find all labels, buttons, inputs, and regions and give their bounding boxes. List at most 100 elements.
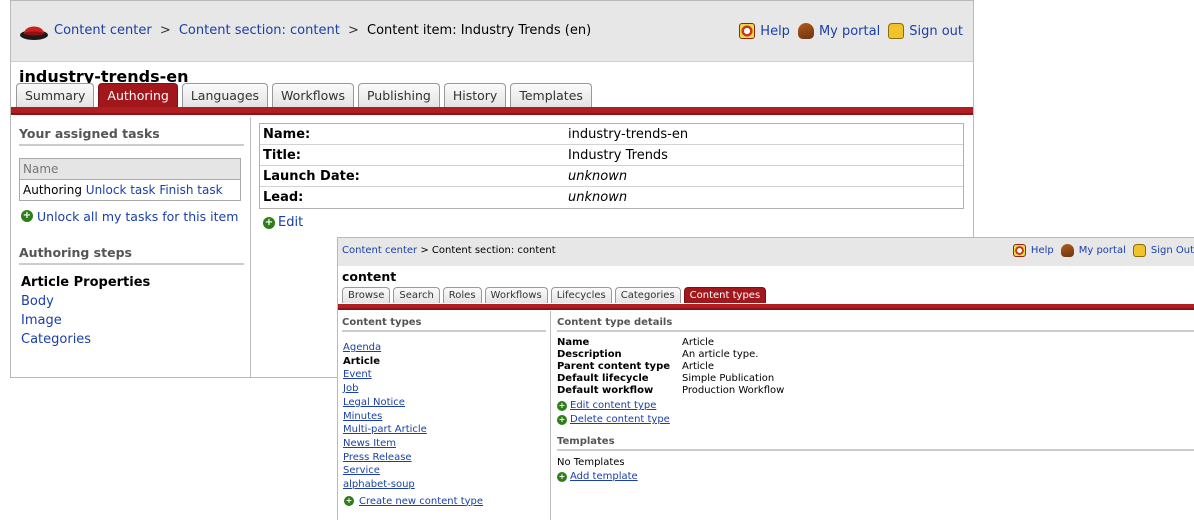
- task-name: Authoring: [23, 183, 82, 197]
- content-type-job[interactable]: Job: [343, 382, 550, 396]
- table-row: Default workflow Production Workflow: [557, 385, 1194, 397]
- delete-content-type-link[interactable]: Delete content type: [570, 414, 670, 425]
- property-value: unknown: [568, 168, 628, 184]
- table-row: Name Article: [557, 337, 1194, 349]
- my-portal-link[interactable]: My portal: [1060, 244, 1126, 257]
- tab-templates[interactable]: Templates: [510, 83, 592, 107]
- breadcrumb-content-center[interactable]: Content center: [54, 23, 152, 38]
- top-navigation: Help My portal Sign Out: [1012, 244, 1194, 257]
- detail-value: Article: [682, 337, 715, 348]
- unlock-task-link[interactable]: Unlock task: [86, 183, 156, 197]
- content-type-legal-notice[interactable]: Legal Notice: [343, 396, 550, 410]
- tab-browse[interactable]: Browse: [342, 287, 391, 303]
- breadcrumb-separator: >: [347, 23, 359, 38]
- table-row: Name: industry-trends-en: [260, 124, 963, 145]
- content-type-press-release[interactable]: Press Release: [343, 451, 550, 465]
- unlock-all-tasks[interactable]: + Unlock all my tasks for this item: [21, 208, 250, 225]
- delete-content-type-button[interactable]: + Delete content type: [557, 414, 1194, 425]
- content-type-event[interactable]: Event: [343, 368, 550, 382]
- my-portal-link[interactable]: My portal: [797, 23, 880, 39]
- content-type-news-item[interactable]: News Item: [343, 437, 550, 451]
- sign-out-link[interactable]: Sign Out: [1132, 244, 1194, 257]
- help-icon: [739, 23, 756, 39]
- finish-task-link[interactable]: Finish task: [159, 183, 222, 197]
- content-type-details-panel: Content type details Name Article Descrip…: [557, 311, 1194, 482]
- detail-key: Default workflow: [557, 385, 654, 396]
- detail-value: Article: [682, 361, 715, 372]
- my-portal-label[interactable]: My portal: [1079, 245, 1126, 256]
- templates-heading: Templates: [557, 436, 1194, 451]
- step-article-properties: Article Properties: [21, 275, 151, 290]
- my-portal-label[interactable]: My portal: [819, 24, 880, 39]
- table-row: Default lifecycle Simple Publication: [557, 373, 1194, 385]
- help-label[interactable]: Help: [1031, 245, 1054, 256]
- property-value: unknown: [568, 190, 628, 205]
- edit-content-type-link[interactable]: Edit content type: [570, 400, 656, 411]
- edit-link[interactable]: Edit: [278, 215, 303, 230]
- breadcrumb: Content center > Content section: conten…: [54, 23, 591, 38]
- tasks-column-header: Name: [20, 159, 240, 180]
- content-types-list: Agenda Article Event Job Legal Notice Mi…: [343, 341, 550, 492]
- content-type-service[interactable]: Service: [343, 464, 550, 478]
- tab-authoring[interactable]: Authoring: [98, 83, 178, 107]
- sign-out-label[interactable]: Sign Out: [1151, 245, 1194, 256]
- unlock-all-link[interactable]: Unlock all my tasks for this item: [37, 208, 238, 225]
- authoring-steps-heading: Authoring steps: [19, 245, 244, 265]
- content-type-minutes[interactable]: Minutes: [343, 410, 550, 424]
- page-title: content: [342, 269, 397, 284]
- tab-workflows[interactable]: Workflows: [484, 287, 548, 303]
- help-link[interactable]: Help: [1012, 244, 1054, 257]
- detail-value: Simple Publication: [682, 373, 775, 384]
- detail-key: Name: [557, 337, 590, 348]
- tab-content-types[interactable]: Content types: [683, 287, 767, 303]
- content-type-details-heading: Content type details: [557, 317, 1194, 332]
- step-categories[interactable]: Categories: [21, 330, 250, 349]
- tab-bar: Summary Authoring Languages Workflows Pu…: [16, 83, 592, 107]
- content-type-alphabet-soup[interactable]: alphabet-soup: [343, 478, 550, 492]
- add-template-link[interactable]: Add template: [570, 471, 638, 482]
- add-circle-icon: +: [557, 400, 567, 411]
- tab-summary[interactable]: Summary: [16, 83, 95, 107]
- breadcrumb: Content center > Content section: conten…: [342, 245, 556, 256]
- breadcrumb-content-section[interactable]: Content section: content: [179, 23, 340, 38]
- content-type-multi-part-article[interactable]: Multi-part Article: [343, 423, 550, 437]
- tab-publishing[interactable]: Publishing: [357, 83, 440, 107]
- help-label[interactable]: Help: [760, 24, 790, 39]
- redhat-logo-icon: [20, 26, 48, 40]
- edit-button[interactable]: + Edit: [263, 215, 303, 230]
- add-circle-icon: +: [557, 414, 567, 425]
- table-row: Authoring Unlock task Finish task: [20, 180, 240, 200]
- tab-bar: Browse Search Roles Workflows Lifecycles…: [342, 287, 767, 303]
- tab-roles[interactable]: Roles: [442, 287, 482, 303]
- create-content-type-link[interactable]: Create new content type: [359, 496, 483, 507]
- content-types-panel: Content types Agenda Article Event Job L…: [338, 311, 551, 520]
- step-body[interactable]: Body: [21, 292, 250, 311]
- add-circle-icon: +: [21, 210, 33, 222]
- tab-workflows[interactable]: Workflows: [272, 83, 354, 107]
- property-key: Title:: [263, 147, 302, 163]
- breadcrumb-separator: >: [159, 23, 171, 38]
- add-circle-icon: +: [344, 496, 354, 507]
- step-image[interactable]: Image: [21, 311, 250, 330]
- create-content-type-button[interactable]: + Create new content type: [344, 496, 550, 507]
- edit-content-type-button[interactable]: + Edit content type: [557, 400, 1194, 411]
- lock-icon: [1132, 244, 1146, 257]
- table-row: Parent content type Article: [557, 361, 1194, 373]
- tab-languages[interactable]: Languages: [181, 83, 269, 107]
- tab-categories[interactable]: Categories: [614, 287, 681, 303]
- tab-history[interactable]: History: [443, 83, 507, 107]
- sign-out-link[interactable]: Sign out: [888, 23, 963, 39]
- breadcrumb-current: Content item: Industry Trends (en): [367, 23, 592, 38]
- content-type-agenda[interactable]: Agenda: [343, 341, 550, 355]
- add-template-button[interactable]: + Add template: [557, 471, 1194, 482]
- sign-out-label[interactable]: Sign out: [909, 24, 963, 39]
- properties-table: Name: industry-trends-en Title: Industry…: [259, 123, 964, 209]
- header-bar: Content center > Content section: conten…: [11, 1, 973, 62]
- table-row: Description An article type.: [557, 349, 1194, 361]
- tab-lifecycles[interactable]: Lifecycles: [550, 287, 612, 303]
- help-link[interactable]: Help: [739, 23, 790, 39]
- property-key: Launch Date:: [263, 168, 360, 184]
- breadcrumb-content-center[interactable]: Content center: [342, 245, 417, 256]
- tab-search[interactable]: Search: [393, 287, 440, 303]
- property-value: industry-trends-en: [568, 126, 689, 142]
